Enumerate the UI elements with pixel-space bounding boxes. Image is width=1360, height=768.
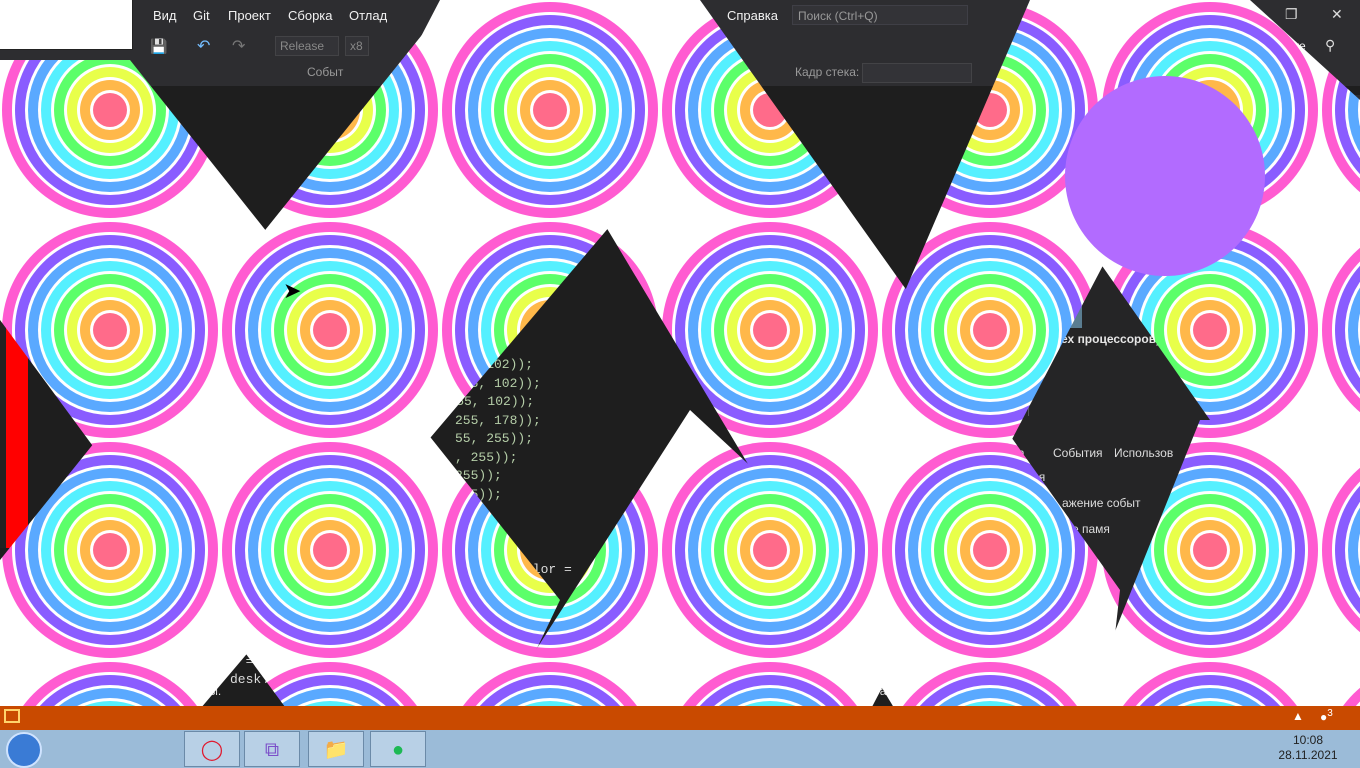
events-section-header[interactable]: ◢ События bbox=[996, 194, 1062, 208]
settings-icon[interactable]: ⚙ bbox=[1002, 123, 1015, 140]
solution-explorer-rail[interactable]: Обозреватель bbox=[1330, 95, 1360, 700]
redo-icon[interactable]: ↷ bbox=[232, 36, 245, 56]
code-line: } bbox=[66, 156, 74, 171]
cpu-chart bbox=[1028, 354, 1299, 416]
code-line: int bbox=[66, 174, 90, 189]
cpu-axis-min: 0 bbox=[1016, 404, 1023, 418]
code-line: ir bbox=[82, 210, 98, 225]
code-line: , 255)); bbox=[455, 450, 518, 465]
code-line: sk, pen); bbox=[455, 302, 526, 317]
events-section-label: События bbox=[1008, 194, 1063, 208]
close-icon[interactable]: ✕ bbox=[1331, 6, 1343, 23]
selection-box bbox=[0, 0, 133, 50]
desktop-icon[interactable] bbox=[4, 709, 20, 723]
toolbar: 💾 ↶ ↷ ive Share ⚲ bbox=[0, 32, 1360, 60]
menu-item-debug[interactable]: Отлад bbox=[349, 8, 387, 23]
code-line: 2, 255, 102)); bbox=[425, 394, 535, 409]
events-label: Событ bbox=[307, 65, 344, 79]
memory-axis-max: 1 bbox=[1016, 260, 1023, 274]
clock-date: 28.11.2021 bbox=[1278, 748, 1338, 762]
status-char: Симв: 28 bbox=[741, 684, 792, 698]
status-tabs[interactable]: Таб bbox=[873, 684, 893, 698]
visual-studio-icon[interactable]: ⧉ bbox=[244, 731, 300, 767]
code-line: 102)); bbox=[455, 339, 502, 354]
code-line: H bbox=[82, 192, 90, 207]
configuration-dropdown[interactable]: Release bbox=[275, 36, 339, 56]
tab-events[interactable]: События bbox=[1053, 446, 1103, 460]
notification-count: 3 bbox=[1327, 708, 1333, 719]
clock[interactable]: 10:08 28.11.2021 bbox=[1278, 733, 1338, 763]
tab-summary[interactable]: вка bbox=[1006, 446, 1025, 460]
code-line: 255, 178)); bbox=[455, 413, 541, 428]
taskbar-upper: ▲ ●3 bbox=[0, 706, 1360, 730]
restore-icon[interactable]: ❐ bbox=[1285, 6, 1298, 23]
clock-time: 10:08 bbox=[1292, 733, 1324, 747]
change-gutter bbox=[0, 138, 28, 548]
code-line: olor = bbox=[525, 562, 572, 577]
code-line: )); bbox=[455, 505, 479, 520]
code-line: 255)); bbox=[455, 468, 502, 483]
status-column: Столб: 57 bbox=[805, 684, 860, 698]
file-explorer-icon[interactable]: 📁 bbox=[308, 731, 364, 767]
code-line: w bbox=[82, 228, 90, 243]
menu-item-view[interactable]: Вид bbox=[153, 8, 177, 23]
cpu-section-header[interactable]: ◢ ЦП (% всех процессоров) bbox=[996, 332, 1160, 346]
menu-item-git[interactable]: Git bbox=[193, 8, 210, 23]
spotify-icon[interactable]: ● bbox=[370, 731, 426, 767]
save-all-icon[interactable]: 💾 bbox=[150, 38, 167, 55]
menu-item-help[interactable]: Справка bbox=[727, 8, 778, 23]
stack-frame-dropdown[interactable] bbox=[862, 63, 972, 83]
search-input[interactable]: Поиск (Ctrl+Q) bbox=[792, 5, 968, 25]
menu-bar: Вид Git Проект Сборка Отлад Справка Поис… bbox=[0, 0, 1360, 32]
purple-circle bbox=[1065, 76, 1265, 276]
code-text[interactable]: re } int H ir w sk, pen); 102)); if (c 1… bbox=[60, 138, 660, 687]
menu-item-build[interactable]: Сборка bbox=[288, 8, 333, 23]
session-title: Сеанс диаг bbox=[1002, 150, 1068, 164]
memory-bar bbox=[1030, 269, 1082, 328]
code-line: 100, a + 1 bbox=[255, 617, 334, 632]
memory-axis-min: 0 bbox=[1016, 314, 1023, 328]
code-line: c = -c; bbox=[255, 635, 310, 650]
status-message: ены. bbox=[196, 684, 222, 698]
live-share-button[interactable]: ive Share bbox=[1255, 39, 1306, 53]
list-item[interactable]: е памя bbox=[1072, 522, 1110, 536]
code-line: 255)); bbox=[455, 487, 502, 502]
cpu-section-label: ЦП (% всех процессоров) bbox=[1008, 332, 1161, 346]
list-item: ия bbox=[1032, 470, 1046, 484]
list-item[interactable]: ажение событ bbox=[1062, 496, 1141, 510]
menu-item-project[interactable]: Проект bbox=[228, 8, 271, 23]
start-button[interactable] bbox=[6, 732, 42, 768]
code-line: d = -d; Sleep(5); bbox=[230, 654, 363, 669]
code-line: 255, 102)); bbox=[455, 376, 541, 391]
undo-icon[interactable]: ↶ bbox=[197, 36, 210, 56]
notification-icon[interactable]: ●3 bbox=[1320, 708, 1333, 724]
tray-arrow-icon[interactable]: ▲ bbox=[1292, 709, 1304, 723]
code-line: if (c bbox=[98, 339, 138, 354]
tab-usage[interactable]: Использов bbox=[1114, 446, 1173, 460]
mouse-cursor-icon: ➤ bbox=[283, 278, 302, 303]
code-line: 102)); bbox=[455, 321, 502, 336]
minimize-icon[interactable]: — bbox=[1240, 6, 1254, 22]
solution-explorer-tab[interactable]: Обозреватель bbox=[1338, 109, 1352, 188]
platform-dropdown[interactable]: x8 bbox=[345, 36, 369, 56]
code-line: 55, 102)); bbox=[455, 357, 534, 372]
code-line: if (c bbox=[98, 376, 138, 391]
cpu-axis-max: 100 bbox=[1002, 350, 1023, 364]
code-line: if bbox=[98, 394, 114, 409]
code-line: re bbox=[82, 138, 98, 153]
account-icon[interactable]: ⚲ bbox=[1325, 37, 1335, 54]
stack-frame-label: Кадр стека: bbox=[795, 65, 860, 79]
code-line: 55, 255)); bbox=[455, 431, 534, 446]
panel-close-icon[interactable]: ✕ bbox=[1308, 101, 1320, 118]
code-line: if (co bbox=[98, 357, 145, 372]
export-icon[interactable]: ⇥ bbox=[1036, 122, 1048, 139]
opera-icon[interactable]: ◯ bbox=[184, 731, 240, 767]
